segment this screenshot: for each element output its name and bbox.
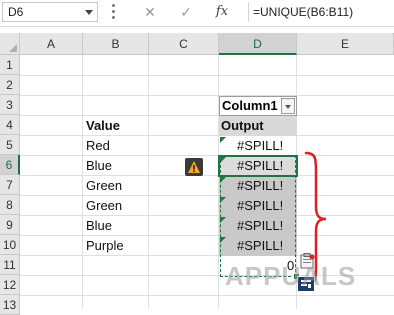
formula-input[interactable]: =UNIQUE(B6:B11) — [248, 2, 392, 22]
cell-b5[interactable]: Red — [86, 136, 110, 156]
row-header-12[interactable]: 12 — [0, 275, 20, 295]
row-header-13[interactable]: 13 — [0, 295, 20, 315]
row-header-4[interactable]: 4 — [0, 115, 20, 135]
column-header-d[interactable]: D — [219, 33, 297, 55]
cell-d5-value: #SPILL! — [237, 138, 284, 153]
table-header-label: Column1 — [222, 98, 278, 113]
row-header-11[interactable]: 11 — [0, 255, 20, 275]
cell-d5[interactable]: #SPILL! — [219, 136, 297, 156]
cell-b8[interactable]: Green — [86, 196, 122, 216]
cell-b4[interactable]: Value — [86, 116, 120, 136]
row-header-6[interactable]: 6 — [0, 155, 20, 175]
column-header-e[interactable]: E — [297, 33, 394, 55]
spill-range-border — [220, 155, 296, 277]
cell-d4[interactable]: Output — [221, 116, 264, 136]
insert-function-button[interactable]: fx — [210, 2, 234, 22]
cell-b10[interactable]: Purple — [86, 236, 124, 256]
cell-b9[interactable]: Blue — [86, 216, 112, 236]
table-header-cell-d3[interactable]: Column1 — [219, 96, 297, 116]
name-box-value: D6 — [8, 5, 24, 19]
row-header-5[interactable]: 5 — [0, 135, 20, 155]
formula-bar: D6 ✕ ✓ fx =UNIQUE(B6:B11) — [0, 0, 394, 27]
error-flag-icon — [220, 137, 226, 143]
warning-icon[interactable] — [185, 158, 203, 176]
cell-b6[interactable]: Blue — [86, 156, 112, 176]
chevron-down-icon[interactable] — [281, 98, 295, 114]
row-header-2[interactable]: 2 — [0, 75, 20, 95]
cancel-button[interactable]: ✕ — [138, 2, 162, 22]
enter-button[interactable]: ✓ — [174, 2, 198, 22]
row-header-1[interactable]: 1 — [0, 55, 20, 75]
row-header-8[interactable]: 8 — [0, 195, 20, 215]
column-header-b[interactable]: B — [83, 33, 149, 55]
row-header-3[interactable]: 3 — [0, 95, 20, 115]
select-all-corner[interactable] — [0, 33, 20, 55]
name-box-dropdown-icon[interactable] — [85, 10, 93, 15]
row-header-9[interactable]: 9 — [0, 215, 20, 235]
row-header-10[interactable]: 10 — [0, 235, 20, 255]
column-header-a[interactable]: A — [20, 33, 83, 55]
formula-bar-grip-icon — [112, 4, 115, 20]
row-header-7[interactable]: 7 — [0, 175, 20, 195]
name-box[interactable]: D6 — [2, 2, 98, 22]
column-header-c[interactable]: C — [149, 33, 219, 55]
worksheet-grid[interactable]: A B C D E 1 2 3 4 5 6 7 8 9 10 11 12 13 … — [0, 33, 394, 315]
cell-b7[interactable]: Green — [86, 176, 122, 196]
watermark-logo: APPUALS — [225, 261, 357, 291]
